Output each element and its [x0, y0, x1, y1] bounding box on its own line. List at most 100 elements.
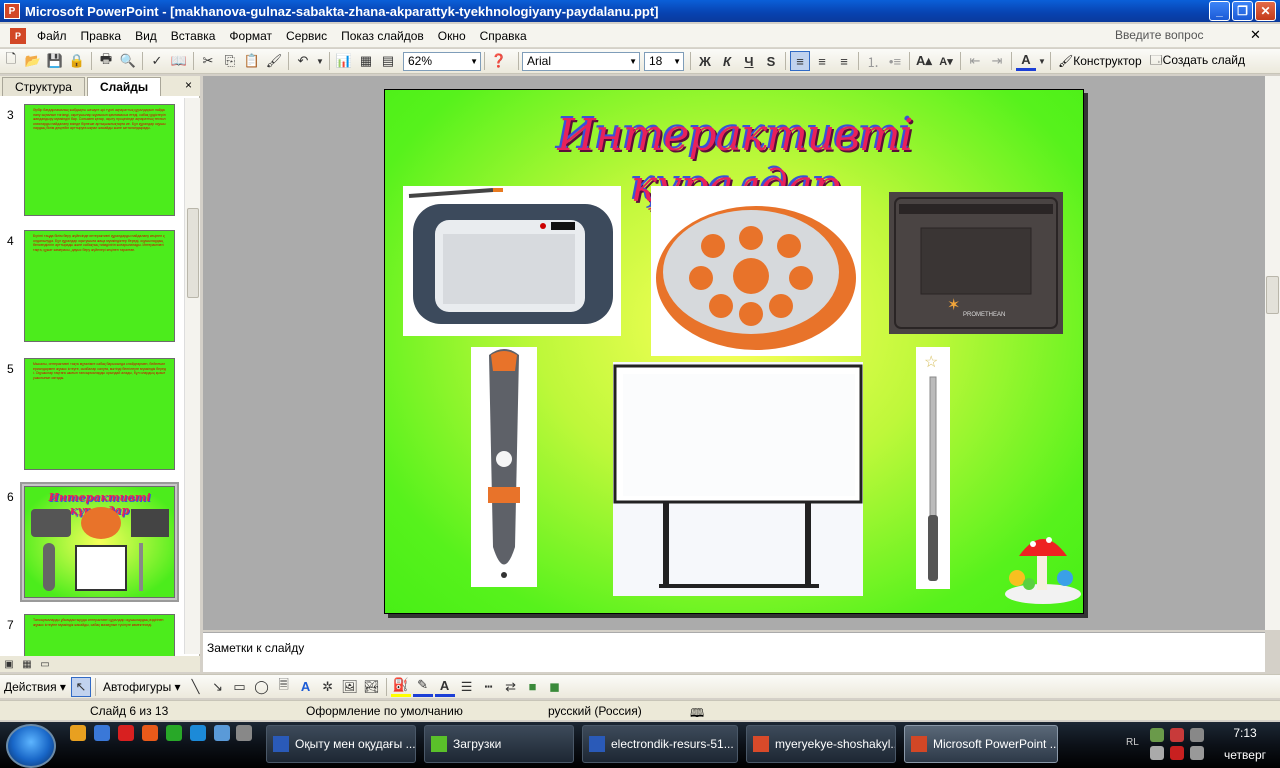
taskbar-item-downloads[interactable]: Загрузки: [424, 725, 574, 763]
decrease-font-icon[interactable]: A▾: [936, 51, 956, 71]
increase-indent-icon[interactable]: ⇥: [987, 51, 1007, 71]
print-preview-icon[interactable]: 🔍: [118, 51, 138, 71]
editor-scrollbar[interactable]: [1265, 76, 1280, 630]
slide-thumb-5[interactable]: Мысалы, интерактивті тақта мұғалімге саб…: [24, 358, 175, 470]
close-document-icon[interactable]: ✕: [1250, 27, 1261, 43]
cut-icon[interactable]: ✂: [198, 51, 218, 71]
normal-view-icon[interactable]: ▣: [1, 657, 17, 671]
select-arrow-icon[interactable]: ↖: [70, 676, 91, 697]
decrease-indent-icon[interactable]: ⇤: [965, 51, 985, 71]
undo-icon[interactable]: ↶: [293, 51, 313, 71]
language-indicator[interactable]: RL: [1126, 737, 1139, 748]
taskbar-item-powerpoint[interactable]: Microsoft PowerPoint ...: [904, 725, 1058, 763]
volume-icon[interactable]: [1190, 746, 1204, 760]
quicklaunch-icon[interactable]: [142, 725, 158, 741]
restore-button[interactable]: ❐: [1232, 1, 1253, 21]
document-icon[interactable]: P: [10, 27, 26, 44]
quicklaunch-icon[interactable]: [118, 725, 134, 741]
taskbar-item-word-doc[interactable]: Оқыту мен оқудағы ...: [266, 725, 416, 763]
new-icon[interactable]: 🗋: [1, 51, 21, 71]
underline-button[interactable]: Ч: [739, 51, 759, 71]
print-icon[interactable]: 🖶: [96, 51, 116, 71]
undo-dropdown-icon[interactable]: ▼: [315, 51, 325, 71]
slide-canvas[interactable]: Интерактивті құралдар PROMETHEAN✶ ☆: [384, 89, 1084, 614]
taskbar-item-myeryekye[interactable]: myeryekye-shoshakyl...: [746, 725, 896, 763]
desktop-icon[interactable]: [214, 725, 230, 741]
tray-icon[interactable]: [1170, 728, 1184, 742]
italic-button[interactable]: К: [717, 51, 737, 71]
quicklaunch-icon[interactable]: [70, 725, 86, 741]
clock[interactable]: 7:13 четверг: [1215, 726, 1275, 762]
settings-icon[interactable]: [236, 725, 252, 741]
arrow-style-icon[interactable]: ⇄: [501, 677, 521, 697]
grid-icon[interactable]: ▤: [378, 51, 398, 71]
slide-thumb-4[interactable]: Бүгінгі таңда білім беру жүйесінде интер…: [24, 230, 175, 342]
tray-icon[interactable]: [1150, 728, 1164, 742]
slides-pane-scrollbar[interactable]: [184, 98, 200, 654]
align-left-icon[interactable]: ≡: [790, 51, 810, 71]
ie-icon[interactable]: [190, 725, 206, 741]
menu-tools[interactable]: Сервис: [279, 29, 334, 43]
paste-icon[interactable]: 📋: [242, 51, 262, 71]
panel-close-icon[interactable]: ×: [185, 78, 192, 92]
line-color-icon[interactable]: ✎: [412, 677, 433, 697]
research-icon[interactable]: 📖: [169, 51, 189, 71]
font-select[interactable]: Arial ▼: [522, 51, 640, 71]
menu-help[interactable]: Справка: [473, 29, 534, 43]
slideshow-view-icon[interactable]: ▭: [37, 657, 53, 671]
dash-style-icon[interactable]: ┅: [479, 677, 499, 697]
designer-button[interactable]: 🖌Конструктор: [1058, 54, 1142, 68]
line-style-icon[interactable]: ☰: [457, 677, 477, 697]
menu-slideshow[interactable]: Показ слайдов: [334, 29, 431, 43]
menu-insert[interactable]: Вставка: [164, 29, 223, 43]
close-button[interactable]: ✕: [1255, 1, 1276, 21]
graphics-tablet-image[interactable]: [403, 186, 621, 336]
menu-window[interactable]: Окно: [431, 29, 473, 43]
arrow-icon[interactable]: ↘: [208, 677, 228, 697]
new-slide-button[interactable]: 🗔Создать слайд: [1150, 51, 1245, 72]
stylus-pen-image[interactable]: [471, 347, 537, 587]
textbox-icon[interactable]: 🗏: [274, 677, 294, 697]
tray-icon[interactable]: [1170, 746, 1184, 760]
clipart-icon[interactable]: 🖼: [340, 677, 360, 697]
response-clicker-image[interactable]: [651, 186, 861, 356]
tab-outline[interactable]: Структура: [2, 77, 85, 96]
rectangle-icon[interactable]: ▭: [230, 677, 250, 697]
3d-style-icon[interactable]: ◼: [545, 677, 565, 697]
save-icon[interactable]: 💾: [45, 51, 65, 71]
oval-icon[interactable]: ◯: [252, 677, 272, 697]
quicklaunch-icon[interactable]: [166, 725, 182, 741]
menu-view[interactable]: Вид: [128, 29, 164, 43]
menu-file[interactable]: Файл: [30, 29, 74, 43]
align-right-icon[interactable]: ≡: [834, 51, 854, 71]
bullets-icon[interactable]: •≡: [885, 51, 905, 71]
interactive-whiteboard-image[interactable]: [613, 362, 863, 596]
slide-thumb-7[interactable]: Тапсырмаларды ұйымдастыруда интерактивті…: [24, 614, 175, 656]
line-icon[interactable]: ╲: [186, 677, 206, 697]
diagram-icon[interactable]: ✲: [318, 677, 338, 697]
quicklaunch-icon[interactable]: [94, 725, 110, 741]
slide-thumb-6[interactable]: Интерактивті құралдар: [24, 486, 175, 598]
picture-icon[interactable]: 🏞: [362, 677, 382, 697]
signature-pad-image[interactable]: PROMETHEAN ✶: [889, 192, 1063, 334]
open-icon[interactable]: 📂: [23, 51, 43, 71]
zoom-select[interactable]: 62% ▼: [403, 51, 481, 71]
font-color-dropdown-icon[interactable]: ▼: [1038, 51, 1046, 71]
format-painter-icon[interactable]: 🖌: [264, 51, 284, 71]
insert-table-icon[interactable]: ▦: [356, 51, 376, 71]
help-icon[interactable]: ❓: [489, 51, 509, 71]
font-color-icon[interactable]: A: [1016, 51, 1036, 71]
pointer-stick-image[interactable]: ☆: [916, 347, 950, 589]
slide-thumb-3[interactable]: Әрбір бағдарламалық жабдықты шешуге әрі …: [24, 104, 175, 216]
minimize-button[interactable]: _: [1209, 1, 1230, 21]
font-size-select[interactable]: 18 ▼: [644, 51, 684, 71]
align-center-icon[interactable]: ≡: [812, 51, 832, 71]
actions-menu[interactable]: Действия ▾: [4, 680, 66, 694]
tray-icon[interactable]: [1190, 728, 1204, 742]
bold-button[interactable]: Ж: [695, 51, 715, 71]
shadow-button[interactable]: S: [761, 51, 781, 71]
notes-pane[interactable]: Заметки к слайду: [203, 632, 1265, 672]
menu-format[interactable]: Формат: [222, 29, 279, 43]
menu-edit[interactable]: Правка: [74, 29, 129, 43]
font-color-draw-icon[interactable]: A: [434, 677, 455, 697]
